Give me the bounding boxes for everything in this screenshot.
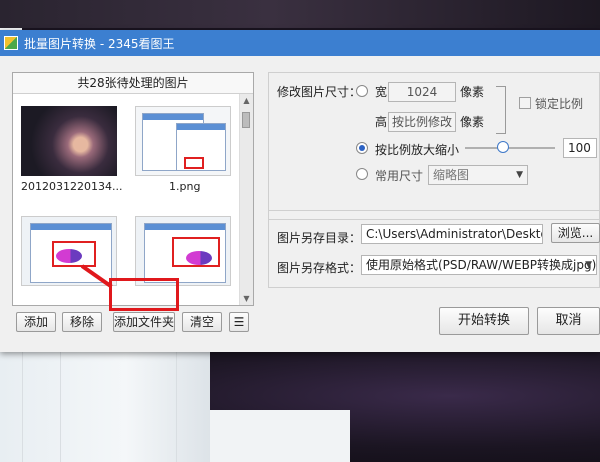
- start-convert-button[interactable]: 开始转换: [439, 307, 529, 335]
- output-dir-label: 图片另存目录：: [277, 231, 362, 245]
- thumbnail-preview-bar: [143, 114, 203, 120]
- thumbnail-image-1[interactable]: [21, 106, 117, 176]
- title-bar[interactable]: 批量图片转换 - 2345看图王: [0, 30, 600, 56]
- thumbnail-image-3[interactable]: [21, 216, 117, 286]
- scroll-down-icon[interactable]: ▼: [240, 292, 253, 305]
- list-scrollbar[interactable]: ▲ ▼: [239, 94, 253, 305]
- resize-label: 修改图片尺寸：: [277, 85, 362, 99]
- output-format-value: 使用原始格式(PSD/RAW/WEBP转换成jpg): [366, 258, 597, 272]
- thumbnail-label-2: 1.png: [169, 180, 201, 193]
- window-title: 批量图片转换 - 2345看图王: [24, 36, 175, 51]
- common-size-value: 缩略图: [433, 168, 470, 182]
- thumbnail-label-1: 2012031220134...: [21, 180, 123, 193]
- clear-button[interactable]: 清空: [182, 312, 222, 332]
- annotation-highlight-box: [109, 278, 179, 311]
- scale-input[interactable]: 100: [563, 138, 597, 158]
- output-dir-input[interactable]: C:\Users\Administrator\Desktop\: [361, 224, 543, 244]
- width-radio[interactable]: [356, 85, 368, 97]
- lock-ratio-checkbox[interactable]: [519, 97, 531, 109]
- desktop-divider: [60, 352, 61, 462]
- output-format-select[interactable]: 使用原始格式(PSD/RAW/WEBP转换成jpg) ▼: [361, 255, 597, 275]
- thumbnail-image-2[interactable]: [135, 106, 231, 176]
- chevron-down-icon: ▼: [516, 170, 523, 180]
- image-count-header: 共28张待处理的图片: [13, 73, 253, 94]
- chevron-down-icon: ▼: [585, 260, 592, 270]
- output-section: [268, 210, 600, 288]
- desktop-divider: [176, 352, 177, 462]
- width-unit: 像素: [460, 85, 485, 99]
- list-view-icon[interactable]: ☰: [229, 312, 249, 332]
- desktop-background-panel: [0, 352, 210, 462]
- lock-ratio-label: 锁定比例: [535, 97, 584, 111]
- thumbnail-preview-bar: [31, 224, 111, 230]
- add-button[interactable]: 添加: [16, 312, 56, 332]
- scale-slider-knob[interactable]: [497, 141, 509, 153]
- thumbnail-red-mark: [184, 157, 204, 169]
- scale-slider-track[interactable]: [465, 147, 555, 149]
- desktop-background-top: [0, 0, 600, 28]
- scroll-thumb[interactable]: [242, 112, 250, 128]
- output-format-label: 图片另存格式：: [277, 261, 362, 275]
- app-icon: [4, 36, 18, 50]
- scroll-up-icon[interactable]: ▲: [240, 94, 253, 107]
- thumbnail-preview-bar: [177, 124, 225, 130]
- scale-radio[interactable]: [356, 142, 368, 154]
- height-input[interactable]: 按比例修改: [388, 112, 456, 132]
- width-label: 宽: [375, 85, 388, 99]
- thumbnail-preview-bar: [145, 224, 225, 230]
- image-list-panel: 共28张待处理的图片 2012031220134... 1.png ▲ ▼: [12, 72, 254, 306]
- batch-convert-dialog: 批量图片转换 - 2345看图王 共28张待处理的图片 201203122013…: [0, 30, 600, 352]
- thumbnail-red-mark: [52, 241, 96, 267]
- desktop-background-panel-2: [210, 410, 350, 462]
- common-size-label: 常用尺寸: [375, 169, 424, 183]
- common-size-radio[interactable]: [356, 168, 368, 180]
- thumbnail-red-mark: [172, 237, 220, 267]
- height-label: 高: [375, 115, 388, 129]
- common-size-select[interactable]: 缩略图 ▼: [428, 165, 528, 185]
- width-input[interactable]: 1024: [388, 82, 456, 102]
- desktop-divider: [22, 352, 23, 462]
- thumbnail-image-4[interactable]: [135, 216, 231, 286]
- ratio-link-bracket: [496, 86, 506, 134]
- add-folder-button[interactable]: 添加文件夹: [113, 312, 175, 332]
- browse-button[interactable]: 浏览...: [551, 223, 600, 243]
- remove-button[interactable]: 移除: [62, 312, 102, 332]
- height-unit: 像素: [460, 115, 485, 129]
- scale-label: 按比例放大缩小: [375, 143, 460, 157]
- cancel-button[interactable]: 取消: [537, 307, 600, 335]
- thumbnail-grid: 2012031220134... 1.png ▲ ▼: [13, 94, 253, 305]
